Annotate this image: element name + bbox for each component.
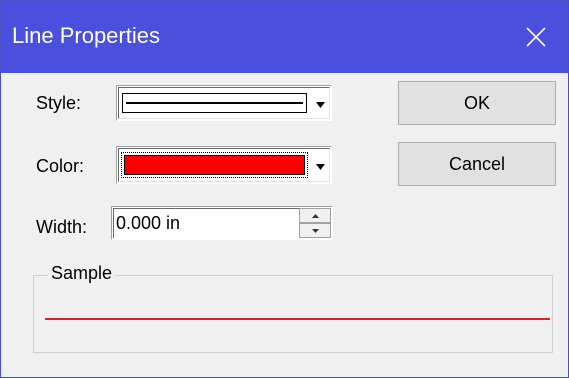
chevron-down-icon <box>311 228 319 233</box>
close-icon <box>526 27 546 47</box>
chevron-down-icon[interactable] <box>313 155 327 179</box>
spin-up-button[interactable] <box>299 208 331 223</box>
width-label: Width: <box>36 217 88 237</box>
color-swatch <box>124 155 305 175</box>
chevron-up-icon <box>311 213 319 218</box>
line-properties-dialog: Line Properties Style: Color: Width: 0.0… <box>0 0 569 378</box>
ok-button[interactable]: OK <box>398 81 556 125</box>
sample-legend: Sample <box>48 263 116 283</box>
title-bar[interactable]: Line Properties <box>1 1 568 73</box>
spin-down-button[interactable] <box>299 223 331 238</box>
cancel-button[interactable]: Cancel <box>398 142 556 186</box>
width-spinner[interactable] <box>299 208 331 238</box>
solid-line-sample <box>126 102 303 104</box>
chevron-down-icon[interactable] <box>313 93 327 117</box>
width-value: 0.000 in <box>116 213 181 233</box>
color-preview <box>121 152 308 178</box>
sample-line <box>45 318 550 320</box>
style-label: Style: <box>36 93 82 113</box>
style-dropdown[interactable] <box>116 85 332 121</box>
dialog-title: Line Properties <box>12 23 160 48</box>
close-button[interactable] <box>504 1 568 73</box>
color-label: Color: <box>36 156 85 176</box>
color-dropdown[interactable] <box>116 146 332 184</box>
width-input[interactable]: 0.000 in <box>111 206 333 240</box>
sample-group <box>33 275 553 353</box>
style-preview <box>122 93 307 113</box>
